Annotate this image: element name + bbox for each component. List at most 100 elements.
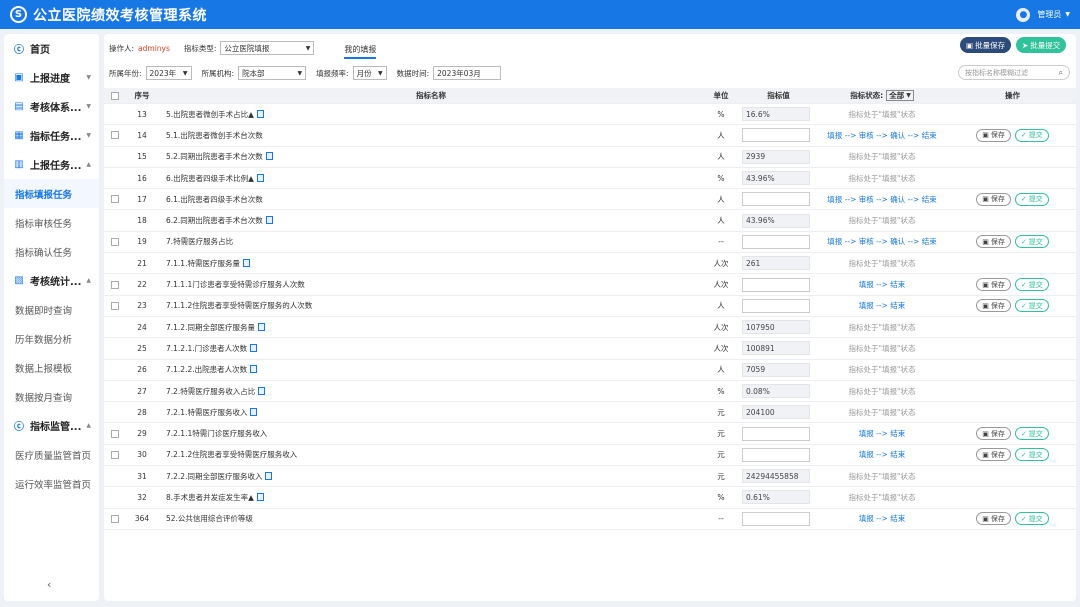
time-picker[interactable]: 2023年03月 [433, 66, 502, 80]
year-select[interactable]: 2023年 ▼ [145, 66, 192, 80]
row-save-button[interactable]: ▣ 保存 [976, 448, 1011, 462]
row-checkbox[interactable] [111, 237, 119, 246]
sidebar-subitem-5[interactable]: 指标填报任务 [4, 179, 99, 208]
sidebar-subitem-7[interactable]: 指标确认任务 [4, 237, 99, 266]
row-name: 7.1.2.1.门诊患者人次数 [166, 343, 248, 353]
row-value-input[interactable] [742, 511, 810, 526]
sidebar-subitem-6[interactable]: 指标审核任务 [4, 208, 99, 237]
row-name-cell: 7.1.1.1门诊患者享受特需诊疗服务人次数 [158, 279, 704, 290]
sidebar-subitem-14[interactable]: 医疗质量监管首页 [4, 440, 99, 469]
document-icon[interactable] [256, 109, 264, 118]
sidebar-subitem-12[interactable]: 数据按月查询 [4, 382, 99, 411]
row-checkbox[interactable] [111, 195, 119, 204]
type-select[interactable]: 公立医院填报 ▼ [220, 41, 315, 55]
row-value-input[interactable] [742, 128, 810, 143]
sidebar-item-13[interactable]: ⓒ 指标监管... ▲ [4, 411, 99, 440]
select-all-checkbox[interactable] [104, 91, 126, 100]
row-save-button[interactable]: ▣ 保存 [976, 128, 1011, 142]
menu-icon: ▣ [14, 72, 24, 83]
document-icon[interactable] [250, 343, 258, 352]
row-value-input[interactable] [742, 234, 810, 249]
chevron-down-icon: ▼ [1065, 11, 1070, 18]
row-submit-button[interactable]: ✓ 提交 [1014, 299, 1049, 313]
row-submit-button[interactable]: ✓ 提交 [1014, 192, 1049, 206]
sidebar-subitem-10[interactable]: 历年数据分析 [4, 324, 99, 353]
user-menu[interactable]: ● 管理员 ▼ [1016, 7, 1070, 22]
row-checkbox-cell [104, 450, 126, 459]
row-submit-button[interactable]: ✓ 提交 [1014, 278, 1049, 292]
row-save-button[interactable]: ▣ 保存 [976, 235, 1011, 249]
row-unit: % [717, 173, 725, 183]
row-name: 52.公共信用综合评价等级 [166, 514, 253, 524]
document-icon[interactable] [256, 173, 264, 182]
row-submit-button[interactable]: ✓ 提交 [1014, 512, 1049, 526]
indicator-table: 序号 指标名称 单位 指标值 指标状态: 全部 ▼ 操作 13 5.出院患者微创手术占… [104, 88, 1076, 530]
freq-select[interactable]: 月份 ▼ [352, 66, 387, 80]
row-submit-button[interactable]: ✓ 提交 [1014, 128, 1049, 142]
row-value-input: 100891 [742, 341, 810, 356]
collapse-sidebar-icon[interactable]: ‹ [47, 578, 51, 591]
sidebar-item-4[interactable]: ▥ 上报任务... ▲ [4, 150, 99, 179]
sidebar-item-8[interactable]: ▧ 考核统计... ▲ [4, 266, 99, 295]
sidebar-item-3[interactable]: ▦ 指标任务... ▼ [4, 121, 99, 150]
sidebar-subitem-9[interactable]: 数据即时查询 [4, 295, 99, 324]
row-value-input[interactable] [742, 192, 810, 207]
row-value-cell: 0.08% [738, 384, 815, 398]
document-icon[interactable] [265, 152, 273, 161]
row-unit: -- [718, 237, 724, 247]
document-icon[interactable] [265, 471, 273, 480]
row-value-input: 16.6% [742, 107, 810, 122]
row-name: 7.1.1.2住院患者享受特需医疗服务的人次数 [166, 301, 313, 311]
batch-submit-button[interactable]: ➤ 批量提交 [1016, 37, 1067, 53]
row-save-button[interactable]: ▣ 保存 [976, 192, 1011, 206]
tab-my-fill[interactable]: 我的填报 [344, 44, 377, 59]
sidebar-item-2[interactable]: ▤ 考核体系... ▼ [4, 92, 99, 121]
sidebar-item-0[interactable]: ⓒ 首页 [4, 34, 99, 63]
row-name-cell: 7.1.2.2.出院患者人次数 [158, 364, 704, 375]
row-checkbox[interactable] [111, 514, 119, 523]
row-checkbox[interactable] [111, 301, 119, 310]
row-checkbox-cell [104, 237, 126, 246]
row-checkbox[interactable] [111, 450, 119, 459]
document-icon[interactable] [242, 258, 250, 267]
row-no: 28 [137, 407, 147, 417]
row-value-input[interactable] [742, 426, 810, 441]
row-checkbox-cell [104, 514, 126, 523]
batch-save-button[interactable]: ▣ 批量保存 [960, 37, 1012, 53]
document-icon[interactable] [250, 365, 258, 374]
org-select[interactable]: 院本部 ▼ [238, 66, 307, 80]
row-name: 7.1.1.特需医疗服务量 [166, 258, 240, 268]
row-submit-button[interactable]: ✓ 提交 [1014, 235, 1049, 249]
document-icon[interactable] [258, 386, 266, 395]
row-submit-button[interactable]: ✓ 提交 [1014, 427, 1049, 441]
sidebar-item-1[interactable]: ▣ 上报进度 ▼ [4, 63, 99, 92]
document-icon[interactable] [257, 322, 265, 331]
row-save-button[interactable]: ▣ 保存 [976, 427, 1011, 441]
row-save-button[interactable]: ▣ 保存 [976, 278, 1011, 292]
row-value-cell: 2939 [738, 149, 815, 164]
row-submit-button[interactable]: ✓ 提交 [1014, 448, 1049, 462]
row-status: 指标处于"填报"状态 [848, 386, 916, 396]
document-icon[interactable] [265, 216, 273, 225]
row-save-button[interactable]: ▣ 保存 [976, 512, 1011, 526]
col-value: 指标值 [767, 91, 790, 100]
sidebar-subitem-15[interactable]: 运行效率监管首页 [4, 469, 99, 498]
row-value-input[interactable] [742, 277, 810, 292]
row-value-input[interactable] [742, 298, 810, 313]
row-value-input: 43.96% [742, 171, 810, 186]
status-filter-select[interactable]: 全部 ▼ [886, 90, 914, 101]
row-checkbox[interactable] [111, 131, 119, 140]
row-checkbox[interactable] [111, 280, 119, 289]
row-save-button[interactable]: ▣ 保存 [976, 299, 1011, 313]
document-icon[interactable] [256, 492, 264, 501]
search-input[interactable]: 按指标名称模糊过滤 ⌕ [958, 65, 1070, 80]
row-no: 21 [137, 258, 147, 268]
sidebar-subitem-11[interactable]: 数据上报模板 [4, 353, 99, 382]
row-value-input[interactable] [742, 447, 810, 462]
row-no: 32 [137, 492, 147, 502]
row-name: 5.1.出院患者微创手术台次数 [166, 130, 263, 140]
row-checkbox[interactable] [111, 429, 119, 438]
row-submit-label: 提交 [1028, 237, 1043, 246]
sidebar-item-label: 上报任务... [30, 161, 82, 172]
document-icon[interactable] [250, 407, 258, 416]
